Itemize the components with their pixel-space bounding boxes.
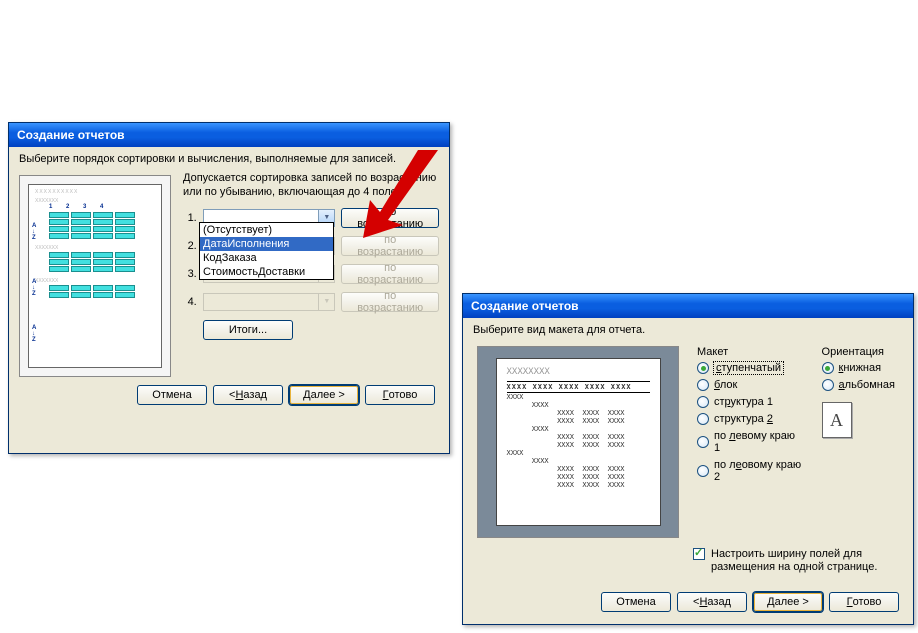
checkbox-icon bbox=[693, 548, 705, 560]
radio-block[interactable]: блок bbox=[697, 379, 804, 391]
orient-radio-group: Ориентация книжная альбомная A bbox=[822, 346, 899, 538]
dropdown-opt-date[interactable]: ДатаИсполнения bbox=[200, 237, 333, 251]
layout-content: XXXXXXXX XXXX XXXX XXXX XXXX XXXX XXXX X… bbox=[473, 342, 903, 538]
radio-icon bbox=[822, 379, 834, 391]
radio-left2[interactable]: по леовому краю 2 bbox=[697, 459, 804, 483]
next-button-2[interactable]: Далее > bbox=[753, 592, 823, 612]
sort-row-4: 4. ▼ по возрастанию bbox=[183, 292, 439, 312]
itogi-button[interactable]: Итоги... bbox=[203, 320, 293, 340]
layout-preview: XXXXXXXX XXXX XXXX XXXX XXXX XXXX XXXX X… bbox=[477, 346, 679, 538]
preview-page: XXXXXXXXXX XXXXXXX 1 2 3 4 A↓Z XXXXXXX A… bbox=[28, 184, 162, 368]
preview-header: XXXX XXXX XXXX XXXX XXXX bbox=[507, 381, 650, 393]
sort-combo-4: ▼ bbox=[203, 293, 336, 311]
layout-preview-page: XXXXXXXX XXXX XXXX XXXX XXXX XXXX XXXX X… bbox=[496, 358, 661, 526]
titlebar-sort: Создание отчетов bbox=[9, 123, 449, 147]
dialog-layout-body: Выберите вид макета для отчета. XXXXXXXX… bbox=[463, 318, 913, 624]
radio-icon bbox=[697, 436, 709, 448]
radio-icon bbox=[697, 362, 709, 374]
orient-group-title: Ориентация bbox=[822, 346, 899, 358]
dialog-layout: Создание отчетов Выберите вид макета для… bbox=[462, 293, 914, 625]
dropdown-opt-cost[interactable]: СтоимостьДоставки bbox=[200, 265, 333, 279]
sort-num-2: 2. bbox=[183, 240, 197, 252]
sort-preview: XXXXXXXXXX XXXXXXX 1 2 3 4 A↓Z XXXXXXX A… bbox=[19, 175, 171, 377]
finish-button[interactable]: Готово bbox=[365, 385, 435, 405]
dropdown-opt-none[interactable]: (Отсутствует) bbox=[200, 223, 333, 237]
asc-button-3: по возрастанию bbox=[341, 264, 439, 284]
radio-icon bbox=[697, 413, 709, 425]
arrow-pointer-icon bbox=[348, 150, 438, 240]
radio-portrait[interactable]: книжная bbox=[822, 362, 899, 374]
sort-num-4: 4. bbox=[183, 296, 197, 308]
radio-stepped[interactable]: ступенчатый bbox=[697, 362, 804, 374]
asc-button-4: по возрастанию bbox=[341, 292, 439, 312]
sort-dropdown-list[interactable]: (Отсутствует) ДатаИсполнения КодЗаказа С… bbox=[199, 222, 334, 280]
back-button-2[interactable]: < Назад bbox=[677, 592, 747, 612]
cancel-label-2: Отмена bbox=[616, 596, 655, 608]
cancel-label: Отмена bbox=[152, 389, 191, 401]
finish-button-2[interactable]: Готово bbox=[829, 592, 899, 612]
radio-struct1[interactable]: структура 1 bbox=[697, 396, 804, 408]
layout-radio-group: Макет ступенчатый блок структура 1 струк… bbox=[697, 346, 804, 538]
itogi-label: Итоги... bbox=[229, 324, 267, 336]
radio-icon bbox=[822, 362, 834, 374]
radio-landscape[interactable]: альбомная bbox=[822, 379, 899, 391]
cancel-button[interactable]: Отмена bbox=[137, 385, 207, 405]
titlebar-layout: Создание отчетов bbox=[463, 294, 913, 318]
title-text: Создание отчетов bbox=[17, 128, 125, 142]
layout-group-title: Макет bbox=[697, 346, 804, 358]
sort-button-bar: Отмена < Назад Далее > Готово bbox=[19, 377, 439, 409]
radio-left1[interactable]: по левому краю 1 bbox=[697, 430, 804, 454]
dropdown-opt-code[interactable]: КодЗаказа bbox=[200, 251, 333, 265]
preview-title: XXXXXXXX bbox=[507, 367, 650, 377]
fit-width-check-row[interactable]: Настроить ширину полей для размещения на… bbox=[693, 548, 903, 574]
sort-num-3: 3. bbox=[183, 268, 197, 280]
preview-col-nums: 1 2 3 4 bbox=[49, 204, 155, 211]
sort-num-1: 1. bbox=[183, 212, 197, 224]
title-text-2: Создание отчетов bbox=[471, 299, 579, 313]
radio-icon bbox=[697, 379, 709, 391]
fit-width-label: Настроить ширину полей для размещения на… bbox=[711, 548, 901, 574]
layout-button-bar: Отмена < Назад Далее > Готово bbox=[473, 584, 903, 616]
chevron-down-icon: ▼ bbox=[318, 294, 334, 310]
radio-icon bbox=[697, 396, 709, 408]
next-button[interactable]: Далее > bbox=[289, 385, 359, 405]
page-orientation-icon: A bbox=[822, 402, 852, 438]
back-button[interactable]: < Назад bbox=[213, 385, 283, 405]
radio-icon bbox=[697, 465, 709, 477]
cancel-button-2[interactable]: Отмена bbox=[601, 592, 671, 612]
layout-instruction: Выберите вид макета для отчета. bbox=[473, 324, 903, 336]
radio-struct2[interactable]: структура 2 bbox=[697, 413, 804, 425]
